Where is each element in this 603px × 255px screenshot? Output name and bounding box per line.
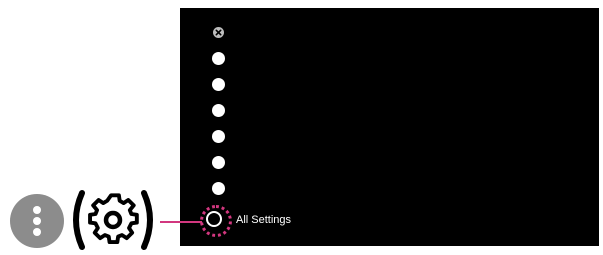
settings-icon[interactable] [206, 211, 222, 227]
menu-item-icon[interactable] [212, 156, 225, 169]
more-vertical-icon [10, 194, 64, 248]
callout-line [160, 221, 202, 223]
menu-item-icon[interactable] [212, 130, 225, 143]
more-dot [33, 228, 41, 236]
gear-icon [73, 190, 153, 250]
menu-item-icon[interactable] [212, 182, 225, 195]
instruction-figure: All Settings [0, 0, 603, 255]
tv-screen [180, 8, 599, 246]
menu-item-icon[interactable] [212, 104, 225, 117]
menu-item-icon[interactable] [212, 52, 225, 65]
menu-item-icon[interactable] [212, 78, 225, 91]
all-settings-label[interactable]: All Settings [236, 214, 291, 227]
more-dot [33, 217, 41, 225]
more-dot [33, 206, 41, 214]
close-icon[interactable] [213, 27, 224, 38]
